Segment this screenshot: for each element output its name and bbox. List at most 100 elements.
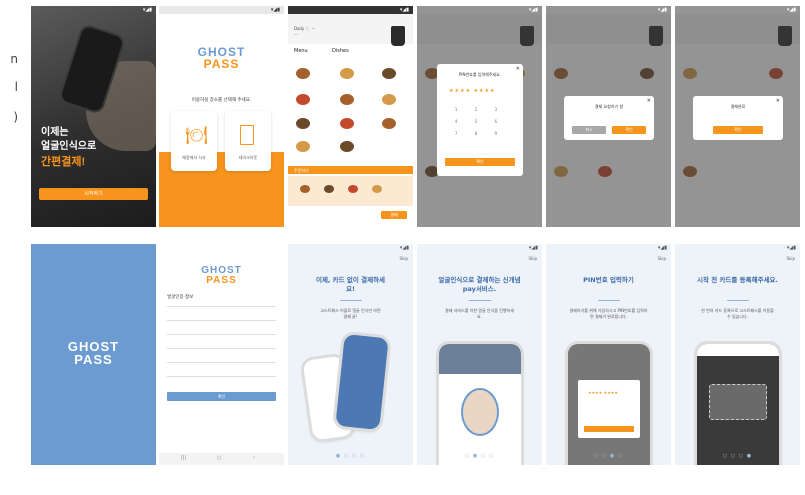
onboard-title: 얼굴인식으로 결제하는 신개념 pay서비스. — [438, 276, 521, 293]
mockup-header — [439, 344, 521, 374]
food-item[interactable] — [340, 94, 354, 105]
start-button[interactable]: 시작하기 — [39, 188, 148, 200]
place-prompt: 이용하실 장소를 선택해 주세요. — [191, 98, 252, 103]
edge-glyph: ) — [13, 110, 18, 124]
food-item[interactable] — [382, 94, 396, 105]
onboard-desc: 결제하기를 위해 가입하시고 PIN번호를 입력하면 결제가 완료됩니다. — [569, 308, 648, 319]
status-bar: ▾◢▮ — [142, 7, 152, 13]
menu-header: Daily 🍴 ··· ··· — [288, 14, 413, 46]
screen-intro: ▾◢▮ 이제는 얼굴인식으로 간편결제! 시작하기 — [31, 6, 156, 227]
skip-link[interactable]: Skip — [786, 256, 795, 261]
pin-confirm-button[interactable]: 확인 — [445, 158, 515, 166]
password-field[interactable] — [167, 376, 276, 377]
edge-glyph: n — [10, 52, 18, 66]
takeout-label: 테이크아웃 — [238, 155, 258, 160]
skip-link[interactable]: Skip — [399, 256, 408, 261]
id-field[interactable] — [167, 362, 276, 363]
food-item[interactable] — [296, 141, 310, 152]
cart-item — [324, 185, 334, 193]
page-dots: ○ ○ ● ○ — [593, 453, 624, 459]
name-field[interactable] — [167, 348, 276, 349]
splash-logo: GHOST PASS — [31, 340, 156, 366]
food-item[interactable] — [296, 94, 310, 105]
status-bar: ▾◢▮ — [657, 245, 667, 251]
food-item[interactable] — [296, 68, 310, 79]
cancel-button[interactable]: 취소 — [572, 126, 606, 134]
food-item[interactable] — [382, 118, 396, 129]
tab-menu[interactable]: Menu — [294, 48, 308, 54]
screen-payment-done: ▾◢▮ ✕ 결제완료 확인 — [675, 6, 800, 227]
android-nav-bar: ||| ○ ‹ — [159, 453, 284, 465]
pin-confirm-preview — [584, 426, 634, 432]
screen-payment-confirm: ▾◢▮ ✕ 결제 요청하기 창 취소 확인 — [546, 6, 671, 227]
screen-onboard-card-reg: ▾◢▮ Skip 시작 전 카드를 등록해주세요. 한 번의 카드 등록으로 고… — [675, 244, 800, 465]
edge-glyph: l — [14, 80, 18, 94]
cart-area — [288, 176, 413, 206]
dine-in-label: 매장에서 식사 — [182, 155, 206, 160]
onboard-title: 이제, 카드 없이 결제하세요! — [315, 276, 386, 293]
screen-pin-modal: ▾◢▮ ✕ PIN번호를 입력해주세요. ★★★★ ★★★★ 1 2 34 5 … — [417, 6, 542, 227]
done-confirm-button[interactable]: 확인 — [713, 126, 763, 134]
tab-dishes[interactable]: Dishes — [332, 48, 349, 54]
intro-line3: 간편결제! — [41, 156, 86, 168]
title-divider — [340, 300, 362, 301]
logo-bottom: PASS — [206, 275, 237, 286]
pin-dots: ★★★★ ★★★★ — [449, 88, 496, 94]
bag-icon — [240, 125, 254, 145]
app-logo: GHOST PASS — [159, 46, 284, 70]
food-item[interactable] — [340, 118, 354, 129]
skip-link[interactable]: Skip — [657, 256, 666, 261]
register-confirm-button[interactable]: 확인 — [167, 392, 276, 401]
food-item[interactable] — [340, 141, 354, 152]
screen-splash: GHOST PASS — [31, 244, 156, 465]
status-bar: ▾◢▮ — [528, 7, 538, 13]
payment-done-modal: ✕ 결제완료 확인 — [693, 96, 783, 140]
intro-line1: 이제는 — [41, 127, 69, 138]
dine-in-option[interactable]: 🍽 매장에서 식사 — [171, 111, 217, 171]
screen-register: GHOST PASS 얼굴인증 정보 확인 ||| ○ ‹ — [159, 244, 284, 465]
status-bar: ▾◢▮ — [159, 6, 284, 14]
page-dots: ○ ○ ○ ● — [722, 453, 753, 459]
phone-mockup: ★★★★ ★★★★ — [568, 344, 650, 465]
recents-icon[interactable]: ||| — [181, 455, 186, 461]
mockup-header — [697, 344, 779, 356]
cropped-left-edge: n l ) — [0, 0, 24, 495]
back-icon[interactable]: ‹ — [253, 455, 255, 461]
food-item[interactable] — [340, 68, 354, 79]
field-divider — [167, 306, 276, 307]
phone-field[interactable] — [167, 334, 276, 335]
skip-link[interactable]: Skip — [528, 256, 537, 261]
card-frame — [709, 384, 767, 420]
confirm-button[interactable]: 확인 — [612, 126, 646, 134]
food-item[interactable] — [382, 68, 396, 79]
status-bar: ▾◢▮ — [657, 7, 667, 13]
pin-keypad[interactable]: 1 2 34 5 67 8 9 — [451, 104, 509, 140]
onboard-title: PIN번호 입력하기 — [583, 276, 634, 284]
food-item[interactable] — [296, 118, 310, 129]
pay-button[interactable]: 결제 — [381, 211, 407, 219]
phone-mockup — [697, 344, 779, 465]
screen-onboard-face: ▾◢▮ Skip 얼굴인식으로 결제하는 신개념 pay서비스. 결제 서비스를… — [417, 244, 542, 465]
cart-item — [348, 185, 358, 193]
cutlery-icon: 🍽 — [185, 125, 208, 146]
status-bar: ▾◢▮ — [288, 6, 413, 14]
home-icon[interactable]: ○ — [217, 455, 221, 461]
page-dots: ● ○ ○ ○ — [335, 453, 366, 459]
pin-modal-preview: ★★★★ ★★★★ — [578, 380, 640, 438]
status-bar: ▾◢▮ — [786, 7, 796, 13]
screen-place-select: ▾◢▮ GHOST PASS 이용하실 장소를 선택해 주세요. 🍽 매장에서 … — [159, 6, 284, 227]
page-dots: ○ ● ○ ○ — [464, 453, 495, 459]
face-photo — [461, 388, 499, 436]
phone-mockup-front — [335, 333, 389, 431]
status-bar: ▾◢▮ — [786, 245, 796, 251]
payment-done-title: 결제완료 — [730, 104, 746, 109]
onboard-desc: 결제 서비스를 이한 얼굴 인식을 진행하세요. — [445, 308, 514, 319]
order-bar: 주문하기 — [288, 166, 413, 174]
title-divider — [598, 300, 620, 301]
logo-bottom: PASS — [74, 352, 113, 367]
coffee-cup-image — [391, 26, 405, 46]
takeout-option[interactable]: 테이크아웃 — [225, 111, 271, 171]
email-field[interactable] — [167, 320, 276, 321]
logo-bottom: PASS — [203, 57, 240, 71]
register-title: 얼굴인증 정보 — [167, 295, 194, 300]
